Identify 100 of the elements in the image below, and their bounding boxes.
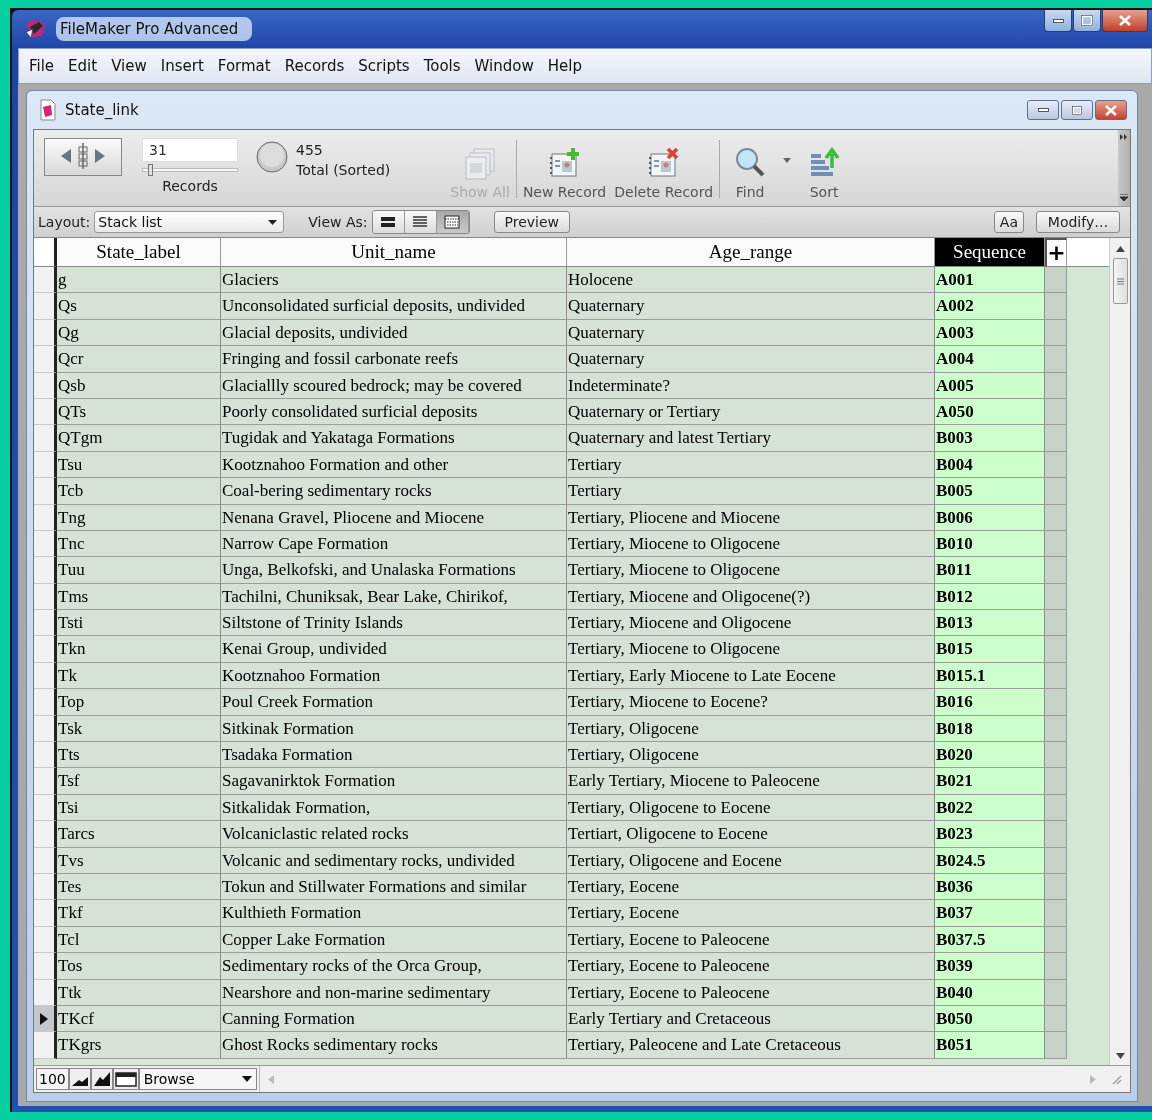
modify-button[interactable]: Modify… xyxy=(1036,211,1120,233)
table-cell: A050 xyxy=(935,398,1045,426)
row-marker[interactable] xyxy=(34,398,57,426)
table-cell: Tertiary, Early Miocene to Late Eocene xyxy=(567,662,935,690)
table-cell: B018 xyxy=(935,715,1045,743)
menu-item[interactable]: Insert xyxy=(154,53,212,79)
text-format-button[interactable]: Aa xyxy=(993,211,1024,233)
restore-button[interactable] xyxy=(1061,100,1093,120)
row-marker[interactable] xyxy=(34,504,57,531)
row-marker[interactable] xyxy=(34,530,57,558)
menu-item[interactable]: Format xyxy=(211,53,279,79)
menu-item[interactable]: Records xyxy=(278,53,353,79)
find-button[interactable]: Find xyxy=(722,130,779,206)
zoom-in-button[interactable] xyxy=(90,1068,113,1090)
table-cell: A005 xyxy=(935,372,1045,399)
table-cell: Tts xyxy=(57,742,221,769)
table-cell: Glacial deposits, undivided xyxy=(221,319,567,347)
table-cell: Tuu xyxy=(57,557,221,584)
mode-dropdown[interactable]: Browse xyxy=(138,1068,257,1090)
column-header[interactable]: State_label xyxy=(57,238,221,267)
view-as-table-button[interactable] xyxy=(436,211,469,233)
row-marker[interactable] xyxy=(34,1032,57,1059)
row-marker[interactable] xyxy=(34,847,57,874)
row-marker[interactable] xyxy=(34,953,57,980)
row-marker[interactable] xyxy=(34,372,57,399)
minimize-button[interactable] xyxy=(1044,10,1072,32)
document-icon xyxy=(39,99,57,121)
row-marker[interactable] xyxy=(34,583,57,611)
view-as-list-button[interactable] xyxy=(404,211,437,233)
view-as-form-button[interactable] xyxy=(372,211,405,233)
zoom-out-button[interactable] xyxy=(68,1068,91,1090)
row-marker[interactable] xyxy=(34,979,57,1006)
row-marker[interactable] xyxy=(34,425,57,452)
row-marker[interactable] xyxy=(34,293,57,320)
row-marker[interactable] xyxy=(34,610,57,637)
caret-icon xyxy=(782,158,793,164)
column-header[interactable]: Unit_name xyxy=(221,238,567,267)
header-corner xyxy=(34,238,57,267)
column-header[interactable]: Age_range xyxy=(567,238,935,267)
row-marker[interactable] xyxy=(34,768,57,795)
table-cell: B015 xyxy=(935,636,1045,663)
toolbar-overflow[interactable] xyxy=(1118,130,1130,206)
toolbar-toggle-button[interactable] xyxy=(112,1068,139,1090)
row-marker[interactable] xyxy=(34,1005,57,1033)
table-cell: B003 xyxy=(935,425,1045,452)
table-cell: Tachilni, Chuniksak, Bear Lake, Chirikof, xyxy=(221,583,567,611)
view-as-switch[interactable] xyxy=(371,210,470,234)
table-cell: Tos xyxy=(57,953,221,980)
new-record-button[interactable]: New Record xyxy=(518,130,611,206)
close-button[interactable] xyxy=(1102,10,1148,32)
table-cell: Tertiary, Eocene to Paleocene xyxy=(567,926,935,954)
row-marker[interactable] xyxy=(34,451,57,479)
record-number-field[interactable]: 31 xyxy=(142,138,238,162)
row-marker[interactable] xyxy=(34,319,57,347)
menu-item[interactable]: View xyxy=(105,53,155,79)
caret-icon xyxy=(268,219,278,225)
close-button[interactable] xyxy=(1095,100,1127,120)
maximize-button[interactable] xyxy=(1073,10,1101,32)
menu-item[interactable]: File xyxy=(23,53,63,79)
table-cell: A002 xyxy=(935,293,1045,320)
row-marker[interactable] xyxy=(34,794,57,822)
row-marker[interactable] xyxy=(34,926,57,954)
row-marker[interactable] xyxy=(34,874,57,901)
menu-item[interactable]: Window xyxy=(468,53,542,79)
table-cell: B012 xyxy=(935,583,1045,611)
menu-item[interactable]: Scripts xyxy=(352,53,418,79)
table-cell: Early Tertiary, Miocene to Paleocene xyxy=(567,768,935,795)
row-marker[interactable] xyxy=(34,742,57,769)
table-cell: Tms xyxy=(57,583,221,611)
row-marker[interactable] xyxy=(34,900,57,927)
row-marker[interactable] xyxy=(34,662,57,690)
row-marker[interactable] xyxy=(34,689,57,716)
minimize-button[interactable] xyxy=(1027,100,1059,120)
table-cell: Tsk xyxy=(57,715,221,743)
zoom-level-button[interactable]: 100 xyxy=(36,1068,69,1090)
record-navigator[interactable] xyxy=(44,138,122,176)
caret-icon xyxy=(241,1076,252,1082)
add-column-button[interactable]: + xyxy=(1045,238,1067,267)
table-cell: B039 xyxy=(935,953,1045,980)
menu-item[interactable]: Edit xyxy=(62,53,106,79)
menu-item[interactable]: Help xyxy=(541,53,590,79)
vertical-scrollbar[interactable] xyxy=(1109,238,1130,1065)
row-marker[interactable] xyxy=(34,821,57,848)
delete-record-button[interactable]: Delete Record xyxy=(610,130,718,206)
menu-item[interactable]: Tools xyxy=(417,53,469,79)
preview-button[interactable]: Preview xyxy=(493,211,571,233)
row-marker[interactable] xyxy=(34,478,57,505)
table-cell: Unconsolidated surficial deposits, undivided xyxy=(221,293,567,320)
slider-thumb[interactable] xyxy=(147,164,153,176)
sort-button[interactable]: Sort xyxy=(796,130,853,206)
row-marker[interactable] xyxy=(34,267,57,294)
row-marker[interactable] xyxy=(34,557,57,584)
layout-dropdown[interactable]: Stack list xyxy=(94,211,285,233)
row-marker[interactable] xyxy=(34,636,57,663)
column-header[interactable]: Sequence xyxy=(935,238,1045,267)
table-cell: Tvs xyxy=(57,847,221,874)
mountain-icon xyxy=(92,1071,111,1087)
scroll-thumb[interactable] xyxy=(1112,258,1128,304)
row-marker[interactable] xyxy=(34,346,57,373)
row-marker[interactable] xyxy=(34,715,57,743)
